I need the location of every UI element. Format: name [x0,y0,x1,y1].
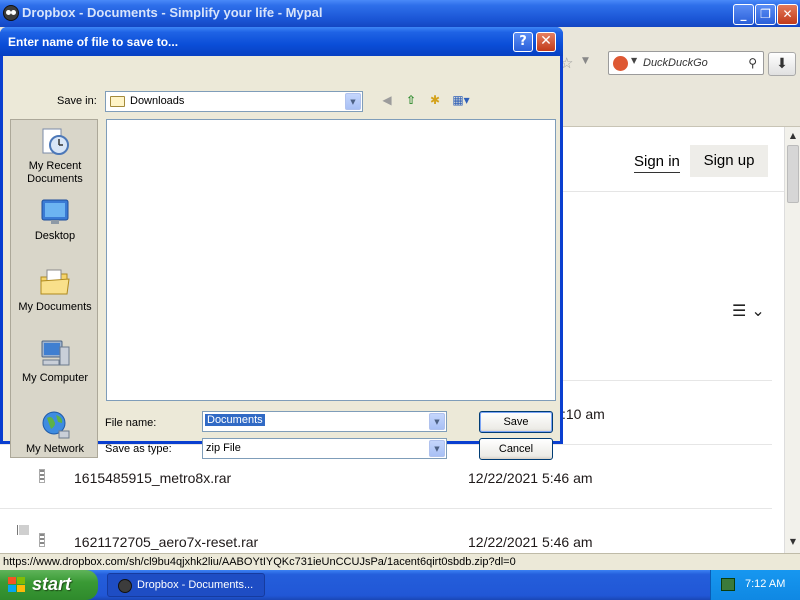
chevron-down-icon[interactable]: ▼ [429,440,445,457]
file-date: :10 am [562,406,605,422]
file-row[interactable]: 1621172705_aero7x-reset.rar 12/22/2021 5… [0,508,772,553]
restore-button[interactable]: ❐ [755,4,776,25]
save-in-value: Downloads [130,95,185,107]
save-as-type-value: zip File [206,442,241,454]
place-label: My Computer [21,372,89,384]
search-icon[interactable]: ⚲ [748,56,757,70]
help-button[interactable]: ? [513,32,533,52]
search-box[interactable]: ▼ DuckDuckGo ⚲ [608,51,764,75]
minimize-button[interactable]: _ [733,4,754,25]
place-my-documents[interactable]: My Documents [11,267,99,314]
place-my-recent-documents[interactable]: My Recent Documents [11,126,99,186]
file-name-value: Documents [205,414,265,426]
file-date: 12/22/2021 5:46 am [468,534,593,550]
scroll-up-icon[interactable]: ▲ [786,129,800,143]
desktop-icon [39,196,71,228]
mypal-app-icon [118,579,132,593]
dialog-close-button[interactable]: ✕ [536,32,556,52]
task-label: Dropbox - Documents... [137,579,254,591]
place-label: My Documents [18,301,92,313]
folder-icon [110,96,125,107]
windows-logo-icon [8,577,26,593]
file-list-view[interactable] [106,119,556,401]
place-my-network[interactable]: My Network [11,409,99,456]
my-documents-icon [39,267,71,299]
file-name-label: File name: [105,417,157,429]
chevron-down-icon[interactable]: ▼ [345,93,361,110]
taskbar: start Dropbox - Documents... 7:12 AM [0,570,800,600]
save-as-type-dropdown[interactable]: zip File ▼ [202,438,447,459]
place-label: My Recent Documents [27,160,83,185]
save-in-label: Save in: [57,95,97,107]
my-computer-icon [39,338,71,370]
taskbar-task-button[interactable]: Dropbox - Documents... [107,573,265,597]
dialog-title: Enter name of file to save to... [8,35,179,49]
file-name[interactable]: 1615485915_metro8x.rar [74,470,231,486]
clock[interactable]: 7:12 AM [745,578,785,590]
menu-toggle-icon[interactable]: ☰ ⌄ [732,301,765,320]
file-date: 12/22/2021 5:46 am [468,470,593,486]
views-menu-icon[interactable]: ▦▾ [448,91,474,111]
search-placeholder: DuckDuckGo [643,57,708,69]
duckduckgo-icon [613,56,628,71]
place-label: My Network [25,443,85,455]
browser-title: Dropbox - Documents - Simplify your life… [22,5,323,20]
start-label: start [32,574,72,594]
zip-file-icon [39,469,45,483]
mypal-app-icon [3,5,19,21]
file-name[interactable]: 1621172705_aero7x-reset.rar [74,534,258,550]
file-name-field[interactable]: Documents ▼ [202,411,447,432]
place-label: Desktop [34,230,76,242]
system-tray: 7:12 AM [710,570,800,600]
status-url: https://www.dropbox.com/sh/cl9bu4qjxhk2l… [3,556,516,568]
up-folder-icon[interactable]: ⇧ [400,91,422,111]
download-button[interactable]: ⬇ [768,52,796,76]
save-as-type-label: Save as type: [105,443,172,455]
cancel-button[interactable]: Cancel [479,438,553,460]
recent-documents-icon [39,126,71,158]
place-desktop[interactable]: Desktop [11,196,99,243]
status-bar: https://www.dropbox.com/sh/cl9bu4qjxhk2l… [0,553,800,570]
back-icon[interactable]: ◀ [376,91,398,111]
sign-in-link[interactable]: Sign in [634,153,680,173]
scroll-down-icon[interactable]: ▼ [786,535,800,549]
place-my-computer[interactable]: My Computer [11,338,99,385]
my-network-icon [39,409,71,441]
sign-up-button[interactable]: Sign up [690,145,768,177]
save-button[interactable]: Save [479,411,553,433]
dialog-body: Save in: Downloads ▼ ◀ ⇧ ✱ ▦▾ My Recent … [3,56,560,460]
window-close-button[interactable]: ✕ [777,4,798,25]
new-folder-icon[interactable]: ✱ [424,91,446,111]
save-in-dropdown[interactable]: Downloads ▼ [105,91,363,112]
browser-title-bar: Dropbox - Documents - Simplify your life… [0,0,800,27]
save-file-dialog: Enter name of file to save to... ? ✕ Sav… [0,27,563,460]
flag-icon[interactable] [17,525,29,535]
scroll-thumb[interactable] [787,145,799,203]
chevron-down-icon[interactable]: ▼ [429,413,445,430]
zip-file-icon [39,533,45,547]
places-bar: My Recent Documents Desktop My Documents… [10,119,98,458]
dialog-title-bar[interactable]: Enter name of file to save to... ? ✕ [0,27,563,56]
url-dropdown-icon[interactable]: ▼ [582,56,589,66]
engine-dropdown-icon[interactable]: ▼ [631,56,637,65]
page-scrollbar[interactable]: ▲ ▼ [784,127,800,553]
start-button[interactable]: start [0,570,98,600]
network-tray-icon[interactable] [721,578,735,591]
